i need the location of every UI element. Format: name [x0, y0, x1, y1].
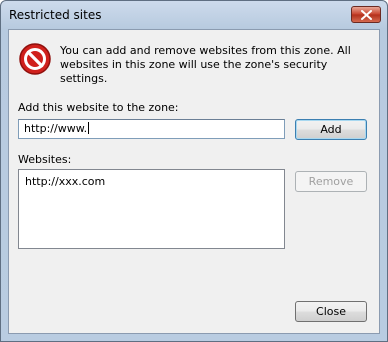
dialog-body: You can add and remove websites from thi… [8, 29, 380, 334]
window-title: Restricted sites [9, 8, 102, 22]
close-icon [361, 10, 372, 20]
add-button[interactable]: Add [295, 119, 367, 140]
remove-button[interactable]: Remove [295, 171, 367, 192]
websites-list[interactable]: http://xxx.com [18, 169, 285, 249]
dialog-window: Restricted sites You can add and remove … [0, 0, 388, 342]
add-website-label: Add this website to the zone: [18, 101, 179, 114]
info-message: You can add and remove websites from thi… [60, 44, 351, 85]
list-item-website[interactable]: http://xxx.com [25, 175, 105, 188]
window-close-button[interactable] [351, 6, 381, 23]
website-url-input[interactable]: http://www. [18, 119, 285, 139]
website-url-value: http://www. [24, 122, 88, 135]
close-button[interactable]: Close [295, 301, 367, 322]
text-caret [88, 122, 90, 134]
websites-label: Websites: [18, 153, 72, 166]
stop-icon [19, 43, 51, 75]
title-bar[interactable]: Restricted sites [1, 1, 387, 29]
